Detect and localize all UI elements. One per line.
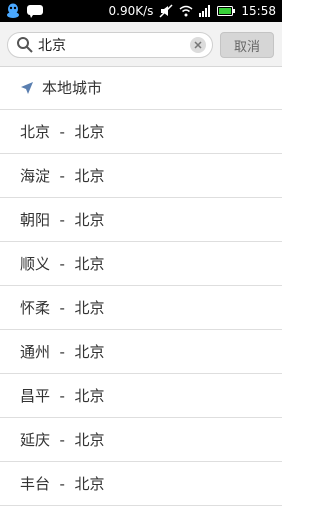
city: 北京 [74, 255, 105, 273]
location-arrow-icon [21, 81, 33, 94]
separator: - [50, 430, 75, 449]
mute-icon [159, 4, 173, 18]
district: 北京 [20, 123, 51, 141]
city: 北京 [74, 167, 105, 185]
district: 延庆 [20, 431, 51, 449]
district: 通州 [20, 343, 51, 361]
district: 顺义 [20, 255, 51, 273]
city: 北京 [74, 387, 105, 405]
separator: - [50, 166, 75, 185]
district: 海淀 [20, 167, 51, 185]
qq-icon [7, 3, 19, 18]
network-speed: 0.90K/s [108, 4, 154, 18]
district: 怀柔 [20, 299, 51, 317]
city-row[interactable]: 延庆 - 北京 [0, 418, 282, 462]
search-bar: 取消 [0, 22, 282, 67]
district: 朝阳 [20, 211, 51, 229]
status-right: 0.90K/s 15:58 [109, 3, 276, 19]
message-icon [27, 5, 43, 18]
status-bar: 0.90K/s 15:58 [0, 0, 282, 22]
separator: - [50, 386, 75, 405]
separator: - [50, 342, 75, 361]
city: 北京 [74, 123, 105, 141]
separator: - [50, 210, 75, 229]
city-row[interactable]: 北京 - 北京 [0, 110, 282, 154]
separator: - [50, 474, 75, 493]
city-row[interactable]: 通州 - 北京 [0, 330, 282, 374]
city: 北京 [74, 343, 105, 361]
city-row[interactable]: 朝阳 - 北京 [0, 198, 282, 242]
search-field[interactable] [7, 32, 213, 58]
city-row[interactable]: 怀柔 - 北京 [0, 286, 282, 330]
city: 北京 [74, 211, 105, 229]
cancel-button[interactable]: 取消 [220, 32, 274, 58]
close-icon [194, 41, 202, 49]
local-city-item[interactable]: 本地城市 [0, 66, 282, 110]
district: 丰台 [20, 475, 51, 493]
clock: 15:58 [241, 4, 276, 18]
search-icon [17, 37, 33, 53]
battery-icon [217, 6, 236, 16]
local-city-label: 本地城市 [42, 79, 103, 97]
signal-icon [199, 5, 211, 17]
wifi-icon [179, 5, 193, 17]
search-input[interactable] [34, 34, 178, 56]
separator: - [50, 254, 75, 273]
separator: - [50, 122, 75, 141]
clear-search-button[interactable] [190, 37, 206, 53]
city-list: 本地城市 北京 - 北京 海淀 - 北京 朝阳 - 北京 顺义 - 北京 怀柔 … [0, 66, 282, 506]
city-row[interactable]: 丰台 - 北京 [0, 462, 282, 506]
city: 北京 [74, 299, 105, 317]
city: 北京 [74, 475, 105, 493]
city: 北京 [74, 431, 105, 449]
status-left-icons [6, 3, 44, 19]
city-row[interactable]: 昌平 - 北京 [0, 374, 282, 418]
city-row[interactable]: 海淀 - 北京 [0, 154, 282, 198]
district: 昌平 [20, 387, 51, 405]
separator: - [50, 298, 75, 317]
city-row[interactable]: 顺义 - 北京 [0, 242, 282, 286]
